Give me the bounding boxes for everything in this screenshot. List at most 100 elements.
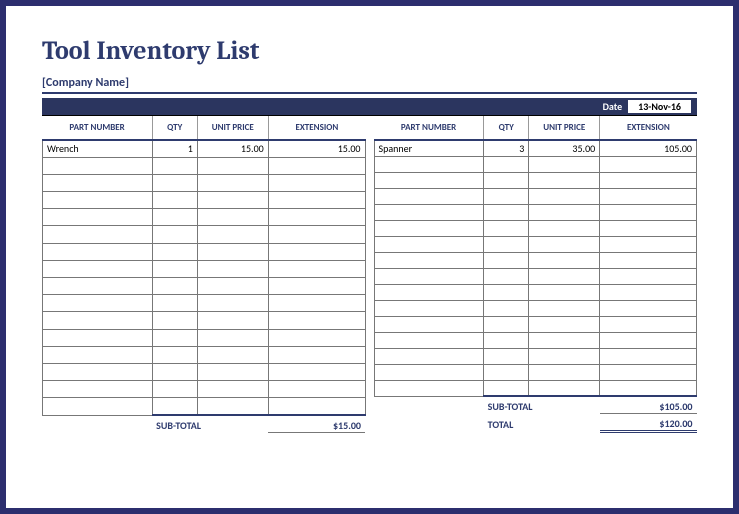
cell-qty[interactable] — [484, 220, 529, 236]
cell-ext[interactable] — [268, 192, 365, 209]
cell-part[interactable] — [43, 226, 153, 243]
cell-part[interactable] — [374, 236, 484, 252]
cell-price[interactable] — [197, 398, 268, 415]
cell-part[interactable] — [43, 295, 153, 312]
cell-price[interactable] — [197, 363, 268, 380]
cell-ext[interactable] — [268, 363, 365, 380]
table-row[interactable] — [43, 174, 366, 191]
cell-qty[interactable] — [152, 192, 197, 209]
cell-qty[interactable] — [484, 236, 529, 252]
cell-ext[interactable] — [268, 312, 365, 329]
table-row[interactable] — [43, 192, 366, 209]
company-name-field[interactable]: [Company Name] — [42, 76, 697, 94]
table-row[interactable] — [374, 252, 697, 268]
table-row[interactable] — [374, 156, 697, 172]
cell-part[interactable] — [43, 174, 153, 191]
cell-price[interactable] — [529, 300, 600, 316]
cell-price[interactable] — [197, 243, 268, 260]
table-row[interactable] — [43, 226, 366, 243]
cell-qty[interactable] — [152, 278, 197, 295]
cell-price[interactable] — [197, 157, 268, 174]
cell-ext[interactable] — [600, 156, 697, 172]
cell-part[interactable] — [43, 329, 153, 346]
cell-price[interactable] — [529, 188, 600, 204]
cell-price[interactable] — [197, 174, 268, 191]
table-row[interactable] — [43, 209, 366, 226]
cell-price[interactable] — [197, 312, 268, 329]
cell-part[interactable] — [374, 316, 484, 332]
cell-qty[interactable]: 1 — [152, 140, 197, 157]
cell-part[interactable] — [43, 381, 153, 398]
cell-ext[interactable] — [600, 364, 697, 380]
cell-price[interactable] — [529, 156, 600, 172]
cell-ext[interactable] — [268, 295, 365, 312]
table-row[interactable] — [374, 204, 697, 220]
cell-price[interactable] — [529, 204, 600, 220]
cell-part[interactable] — [43, 398, 153, 415]
cell-part[interactable] — [43, 192, 153, 209]
cell-qty[interactable] — [152, 260, 197, 277]
cell-price[interactable] — [529, 236, 600, 252]
cell-qty[interactable] — [484, 172, 529, 188]
cell-part[interactable] — [43, 157, 153, 174]
table-row[interactable] — [43, 381, 366, 398]
date-value[interactable]: 13-Nov-16 — [628, 100, 691, 113]
cell-part[interactable] — [374, 204, 484, 220]
cell-qty[interactable] — [484, 268, 529, 284]
table-row[interactable] — [43, 363, 366, 380]
table-row[interactable] — [43, 329, 366, 346]
cell-qty[interactable] — [152, 381, 197, 398]
cell-price[interactable] — [197, 209, 268, 226]
cell-part[interactable] — [374, 300, 484, 316]
cell-ext[interactable] — [600, 188, 697, 204]
cell-ext[interactable] — [600, 380, 697, 396]
cell-ext[interactable] — [600, 268, 697, 284]
cell-qty[interactable] — [152, 295, 197, 312]
table-row[interactable] — [374, 220, 697, 236]
cell-ext[interactable] — [268, 381, 365, 398]
table-row[interactable] — [374, 172, 697, 188]
cell-price[interactable] — [529, 332, 600, 348]
cell-ext[interactable] — [268, 226, 365, 243]
table-row[interactable] — [43, 260, 366, 277]
cell-ext[interactable]: 105.00 — [600, 140, 697, 156]
cell-qty[interactable] — [484, 204, 529, 220]
cell-ext[interactable] — [268, 174, 365, 191]
cell-qty[interactable] — [484, 300, 529, 316]
table-row[interactable] — [43, 157, 366, 174]
cell-part[interactable] — [43, 260, 153, 277]
cell-price[interactable] — [529, 316, 600, 332]
table-row[interactable] — [374, 284, 697, 300]
cell-qty[interactable] — [152, 209, 197, 226]
cell-part[interactable] — [374, 284, 484, 300]
cell-ext[interactable] — [600, 316, 697, 332]
cell-part[interactable] — [374, 188, 484, 204]
table-row[interactable] — [374, 348, 697, 364]
cell-part[interactable] — [374, 332, 484, 348]
cell-qty[interactable]: 3 — [484, 140, 529, 156]
cell-price[interactable] — [197, 346, 268, 363]
cell-price[interactable] — [197, 381, 268, 398]
cell-price[interactable] — [529, 252, 600, 268]
cell-part[interactable] — [43, 243, 153, 260]
cell-qty[interactable] — [152, 346, 197, 363]
table-row[interactable] — [43, 312, 366, 329]
cell-qty[interactable] — [152, 398, 197, 415]
cell-part[interactable] — [374, 380, 484, 396]
cell-part[interactable]: Wrench — [43, 140, 153, 157]
cell-part[interactable] — [374, 220, 484, 236]
cell-ext[interactable] — [268, 157, 365, 174]
cell-ext[interactable] — [600, 220, 697, 236]
cell-price[interactable] — [529, 172, 600, 188]
table-row[interactable] — [374, 188, 697, 204]
table-row[interactable] — [43, 278, 366, 295]
cell-part[interactable] — [374, 156, 484, 172]
table-row[interactable] — [374, 380, 697, 396]
cell-ext[interactable] — [600, 332, 697, 348]
cell-price[interactable]: 15.00 — [197, 140, 268, 157]
table-row[interactable] — [43, 398, 366, 415]
cell-ext[interactable] — [600, 348, 697, 364]
cell-part[interactable] — [43, 346, 153, 363]
cell-qty[interactable] — [484, 364, 529, 380]
cell-qty[interactable] — [152, 157, 197, 174]
